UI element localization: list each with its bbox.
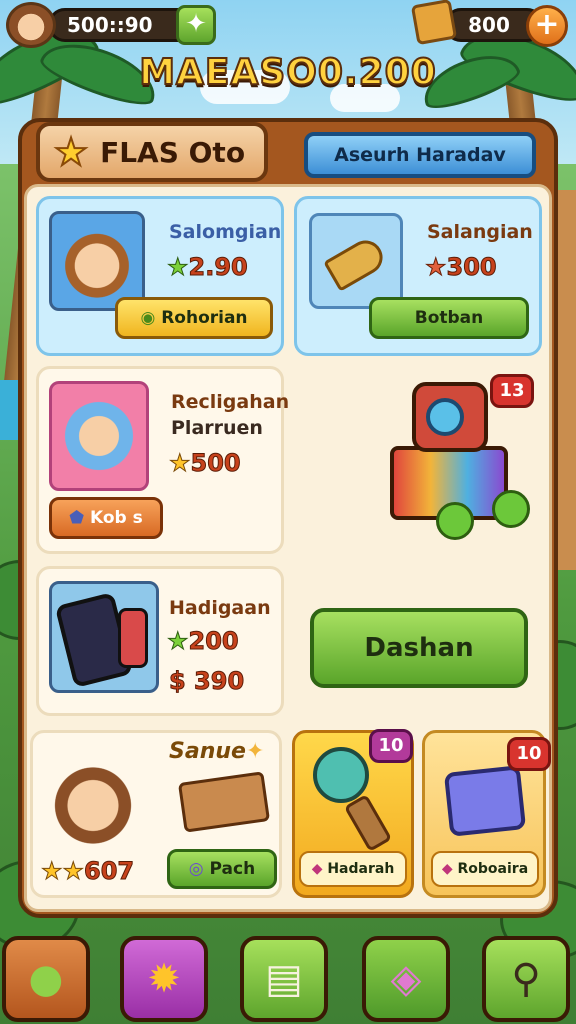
star-icon: ★ bbox=[167, 253, 189, 282]
star-icon: ★ bbox=[169, 449, 191, 478]
nav-sun-button[interactable]: ✹ bbox=[120, 936, 208, 1022]
item-price: ★★607 bbox=[40, 857, 135, 886]
buy-button[interactable]: ⬟ Kob s bbox=[49, 497, 163, 539]
swirl-icon: ◎ bbox=[188, 859, 204, 879]
add-gems-button[interactable]: + bbox=[526, 5, 568, 47]
coin-icon bbox=[492, 490, 530, 528]
buy-button[interactable]: Botban bbox=[369, 297, 529, 339]
add-coins-button[interactable]: ✦ bbox=[176, 5, 216, 45]
ticket-icon bbox=[410, 0, 458, 46]
quantity-badge: 10 bbox=[369, 729, 413, 763]
sparkle-icon: ✦ bbox=[245, 739, 265, 764]
handle-icon bbox=[343, 793, 393, 853]
item-name: Salomgian bbox=[169, 221, 282, 243]
item-button[interactable]: ◆ Roboaira bbox=[431, 851, 539, 887]
coin-icon: ◉ bbox=[140, 308, 156, 328]
item-price: ★2.90 bbox=[167, 253, 249, 282]
item-price: ★500 bbox=[169, 449, 242, 478]
star-icon: ★★ bbox=[40, 857, 85, 886]
item-name: Hadigaan bbox=[169, 597, 271, 619]
gem-icon: ◆ bbox=[311, 861, 323, 877]
shop-card-5[interactable]: Hadigaan ★200 $ 390 bbox=[36, 566, 284, 716]
item-subname: Plarruen bbox=[171, 417, 263, 439]
phone-icon bbox=[49, 581, 159, 693]
star-icon: ★ bbox=[167, 627, 189, 656]
book-icon: ▤ bbox=[265, 956, 303, 1002]
shop-card-1[interactable]: Salomgian ★2.90 ◉ Rohorian bbox=[36, 196, 284, 356]
quantity-badge: 10 bbox=[507, 737, 551, 771]
nav-book-button[interactable]: ▤ bbox=[240, 936, 328, 1022]
character-portrait-icon bbox=[43, 745, 143, 855]
camera-icon bbox=[412, 382, 488, 452]
item-price: ★200 bbox=[167, 627, 240, 656]
shop-card-3[interactable]: Recligahan Plarruen ★500 ⬟ Kob s bbox=[36, 366, 289, 554]
character-portrait-icon bbox=[49, 381, 149, 491]
top-bar: 500::90 ✦ 800 + bbox=[0, 0, 576, 50]
magnifier-icon bbox=[313, 747, 369, 803]
wooden-crate-icon bbox=[177, 771, 271, 833]
shop-header-tab[interactable]: ★ FLAS Oto bbox=[36, 122, 268, 182]
shop-title: FLAS Oto bbox=[100, 135, 246, 169]
item-script-title: Sanue✦ bbox=[169, 739, 265, 764]
sun-icon: ✹ bbox=[147, 956, 181, 1002]
buy-button[interactable]: ◎ Pach bbox=[167, 849, 277, 889]
shield-icon: ⬟ bbox=[69, 508, 85, 528]
nav-search-button[interactable]: ⚲ bbox=[482, 936, 570, 1022]
gift-box-icon bbox=[443, 765, 527, 837]
item-button[interactable]: ◆ Hadarah bbox=[299, 851, 407, 887]
item-price: ★300 bbox=[425, 253, 498, 282]
coin-icon bbox=[436, 502, 474, 540]
coin-value: 500::90 bbox=[67, 13, 153, 37]
star-icon: ★ bbox=[425, 253, 447, 282]
candy-icon: ◈ bbox=[390, 956, 422, 1002]
magnifier-leaf-icon: ● bbox=[28, 956, 64, 1002]
shop-card-2[interactable]: Salangian ★300 Botban bbox=[294, 196, 542, 356]
game-title: MAEASO0.200 bbox=[138, 51, 437, 94]
search-icon: ⚲ bbox=[511, 956, 541, 1002]
gem-value: 800 bbox=[468, 13, 510, 37]
shop-card-8[interactable]: 10 ◆ Hadarah bbox=[292, 729, 414, 898]
dashan-button[interactable]: Dashan bbox=[310, 608, 528, 688]
shop-card-4[interactable]: 13 bbox=[378, 366, 544, 554]
rocket-icon bbox=[309, 213, 403, 309]
buy-button[interactable]: ◉ Rohorian bbox=[115, 297, 273, 339]
star-icon: ★ bbox=[53, 130, 89, 174]
character-portrait-icon bbox=[49, 211, 145, 311]
player-avatar[interactable] bbox=[6, 2, 56, 48]
nav-map-button[interactable]: ● bbox=[2, 936, 90, 1022]
search-button[interactable]: Aseurh Haradav bbox=[304, 132, 536, 178]
item-name: Salangian bbox=[427, 221, 533, 243]
item-price-alt: $ 390 bbox=[168, 667, 245, 696]
shop-card-7[interactable]: Sanue✦ ★★607 ◎ Pach bbox=[30, 730, 282, 898]
shop-card-9[interactable]: 10 ◆ Roboaira bbox=[422, 730, 551, 898]
item-name: Recligahan bbox=[171, 391, 290, 413]
nav-candy-button[interactable]: ◈ bbox=[362, 936, 450, 1022]
quantity-badge: 13 bbox=[490, 374, 534, 408]
gem-icon: ◆ bbox=[441, 861, 453, 877]
